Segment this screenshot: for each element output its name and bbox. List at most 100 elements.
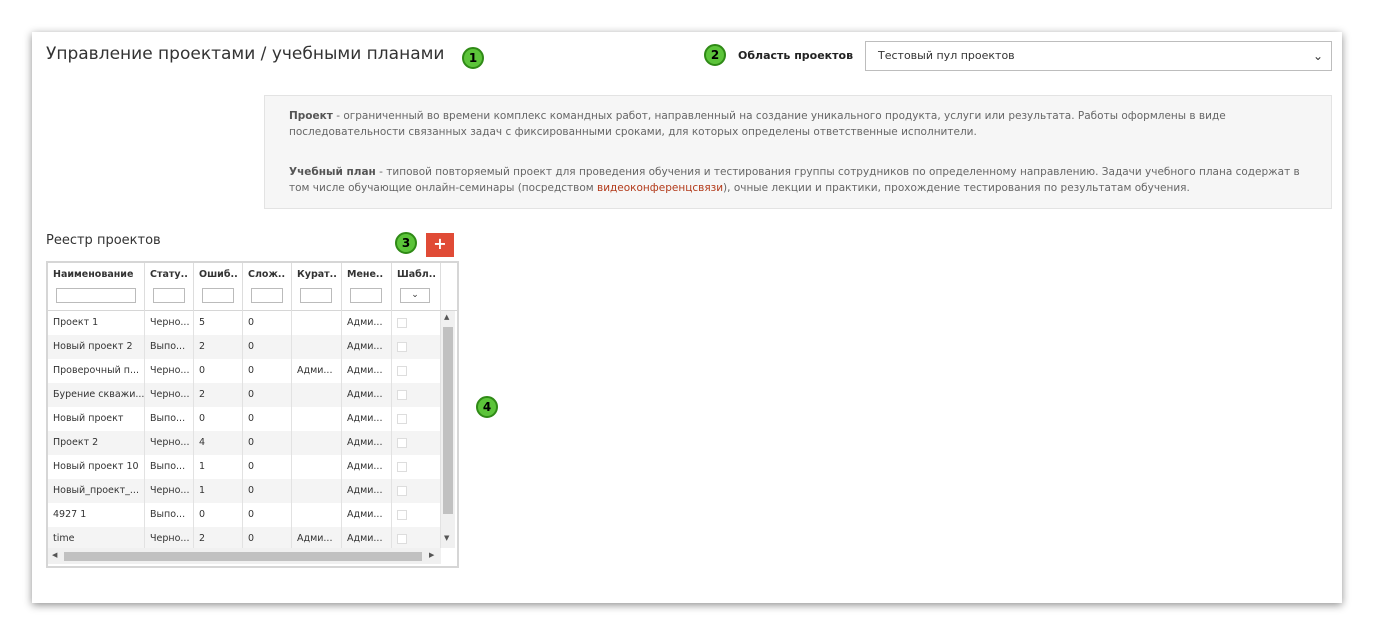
table-row[interactable]: Проверочный п... Черно... 0 0 Адми... Адми... — [48, 359, 441, 383]
project-text: - ограниченный во времени комплекс коман… — [289, 110, 1226, 138]
table-cell: 0 — [243, 383, 292, 407]
column-label: Стату.. — [150, 269, 188, 280]
filter-input[interactable] — [251, 288, 283, 303]
table-cell — [292, 311, 342, 335]
table-cell: Адми... — [342, 431, 392, 455]
template-checkbox[interactable] — [397, 342, 407, 352]
template-checkbox[interactable] — [397, 462, 407, 472]
callout-badge-2: 2 — [704, 44, 726, 66]
plan-text-2: ), очные лекции и практики, прохождение … — [723, 182, 1190, 194]
table-row[interactable]: Проект 2 Черно... 4 0 Адми... — [48, 431, 441, 455]
project-term: Проект — [289, 110, 333, 122]
table-row[interactable]: Новый_проект_... Черно... 1 0 Адми... — [48, 479, 441, 503]
table-cell: Новый_проект_... — [48, 479, 145, 503]
table-cell: Адми... — [342, 407, 392, 431]
table-cell: Адми... — [342, 311, 392, 335]
info-box: Проект - ограниченный во времени комплек… — [264, 95, 1332, 209]
table-cell: Черно... — [145, 359, 194, 383]
column-template[interactable]: Шабл.. ⌄ — [392, 263, 441, 311]
table-cell: Адми... — [342, 479, 392, 503]
template-filter-select[interactable]: ⌄ — [400, 288, 430, 303]
filter-input[interactable] — [56, 288, 136, 303]
table-cell: 0 — [243, 479, 292, 503]
column-errors[interactable]: Ошиб.. — [194, 263, 243, 311]
scroll-left-icon[interactable]: ◀ — [52, 551, 57, 559]
project-area-select[interactable]: Тестовый пул проектов ⌄ — [865, 41, 1332, 71]
grid-header: Наименование Стату.. Ошиб.. Слож.. Курат… — [48, 263, 457, 311]
filter-input[interactable] — [153, 288, 185, 303]
table-cell: Проект 2 — [48, 431, 145, 455]
table-cell: Адми... — [342, 455, 392, 479]
table-row[interactable]: Новый проект 2 Выпо... 2 0 Адми... — [48, 335, 441, 359]
table-cell — [292, 335, 342, 359]
table-row[interactable]: Проект 1 Черно... 5 0 Адми... — [48, 311, 441, 335]
column-label: Мене.. — [347, 269, 384, 280]
template-cell — [392, 407, 441, 431]
table-row[interactable]: 4927 1 Выпо... 0 0 Адми... — [48, 503, 441, 527]
template-checkbox[interactable] — [397, 486, 407, 496]
table-cell: Адми... — [342, 383, 392, 407]
table-cell: 0 — [243, 311, 292, 335]
table-cell: 4927 1 — [48, 503, 145, 527]
callout-badge-3: 3 — [395, 232, 417, 254]
table-cell — [292, 479, 342, 503]
plan-term: Учебный план — [289, 166, 376, 178]
table-cell: 5 — [194, 311, 243, 335]
table-row[interactable]: Бурение скважи... Черно... 2 0 Адми... — [48, 383, 441, 407]
table-cell — [292, 431, 342, 455]
chevron-down-icon: ⌄ — [1312, 49, 1323, 63]
template-checkbox[interactable] — [397, 366, 407, 376]
column-label: Курат.. — [297, 269, 337, 280]
scroll-up-icon[interactable]: ▲ — [444, 313, 449, 321]
add-project-button[interactable]: + — [426, 233, 454, 257]
table-cell: Выпо... — [145, 407, 194, 431]
table-cell: 0 — [243, 407, 292, 431]
template-checkbox[interactable] — [397, 510, 407, 520]
template-checkbox[interactable] — [397, 318, 407, 328]
projects-grid: Наименование Стату.. Ошиб.. Слож.. Курат… — [46, 261, 459, 568]
table-cell: Проверочный п... — [48, 359, 145, 383]
project-definition: Проект - ограниченный во времени комплек… — [289, 108, 1307, 140]
template-cell — [392, 311, 441, 335]
column-curator[interactable]: Курат.. — [292, 263, 342, 311]
table-row[interactable]: Новый проект 10 Выпо... 1 0 Адми... — [48, 455, 441, 479]
table-cell: 0 — [194, 359, 243, 383]
template-checkbox[interactable] — [397, 534, 407, 544]
table-cell: 0 — [243, 503, 292, 527]
column-manager[interactable]: Мене.. — [342, 263, 392, 311]
videoconference-link[interactable]: видеоконференцсвязи — [597, 182, 723, 194]
table-cell: 0 — [194, 407, 243, 431]
horizontal-scrollbar[interactable]: ◀ ▶ — [48, 548, 441, 564]
vertical-scrollbar[interactable]: ▲ ▼ — [441, 311, 455, 548]
template-cell — [392, 431, 441, 455]
template-checkbox[interactable] — [397, 390, 407, 400]
table-cell: 0 — [243, 335, 292, 359]
table-cell: Выпо... — [145, 335, 194, 359]
column-name[interactable]: Наименование — [48, 263, 145, 311]
table-row[interactable]: Новый проект Выпо... 0 0 Адми... — [48, 407, 441, 431]
table-cell — [292, 503, 342, 527]
column-complexity[interactable]: Слож.. — [243, 263, 292, 311]
table-cell: 0 — [243, 359, 292, 383]
registry-title: Реестр проектов — [46, 233, 161, 248]
table-cell: Проект 1 — [48, 311, 145, 335]
table-cell: 0 — [194, 503, 243, 527]
filter-input[interactable] — [350, 288, 382, 303]
template-checkbox[interactable] — [397, 438, 407, 448]
scroll-down-icon[interactable]: ▼ — [444, 534, 449, 542]
table-cell: Новый проект 10 — [48, 455, 145, 479]
template-cell — [392, 455, 441, 479]
table-cell: Черно... — [145, 311, 194, 335]
column-status[interactable]: Стату.. — [145, 263, 194, 311]
scroll-thumb[interactable] — [443, 327, 453, 514]
template-cell — [392, 359, 441, 383]
scroll-right-icon[interactable]: ▶ — [429, 551, 434, 559]
template-checkbox[interactable] — [397, 414, 407, 424]
table-cell: Черно... — [145, 431, 194, 455]
filter-input[interactable] — [300, 288, 332, 303]
template-cell — [392, 503, 441, 527]
scroll-thumb[interactable] — [64, 552, 422, 561]
table-cell: 0 — [243, 431, 292, 455]
table-cell: Новый проект 2 — [48, 335, 145, 359]
filter-input[interactable] — [202, 288, 234, 303]
